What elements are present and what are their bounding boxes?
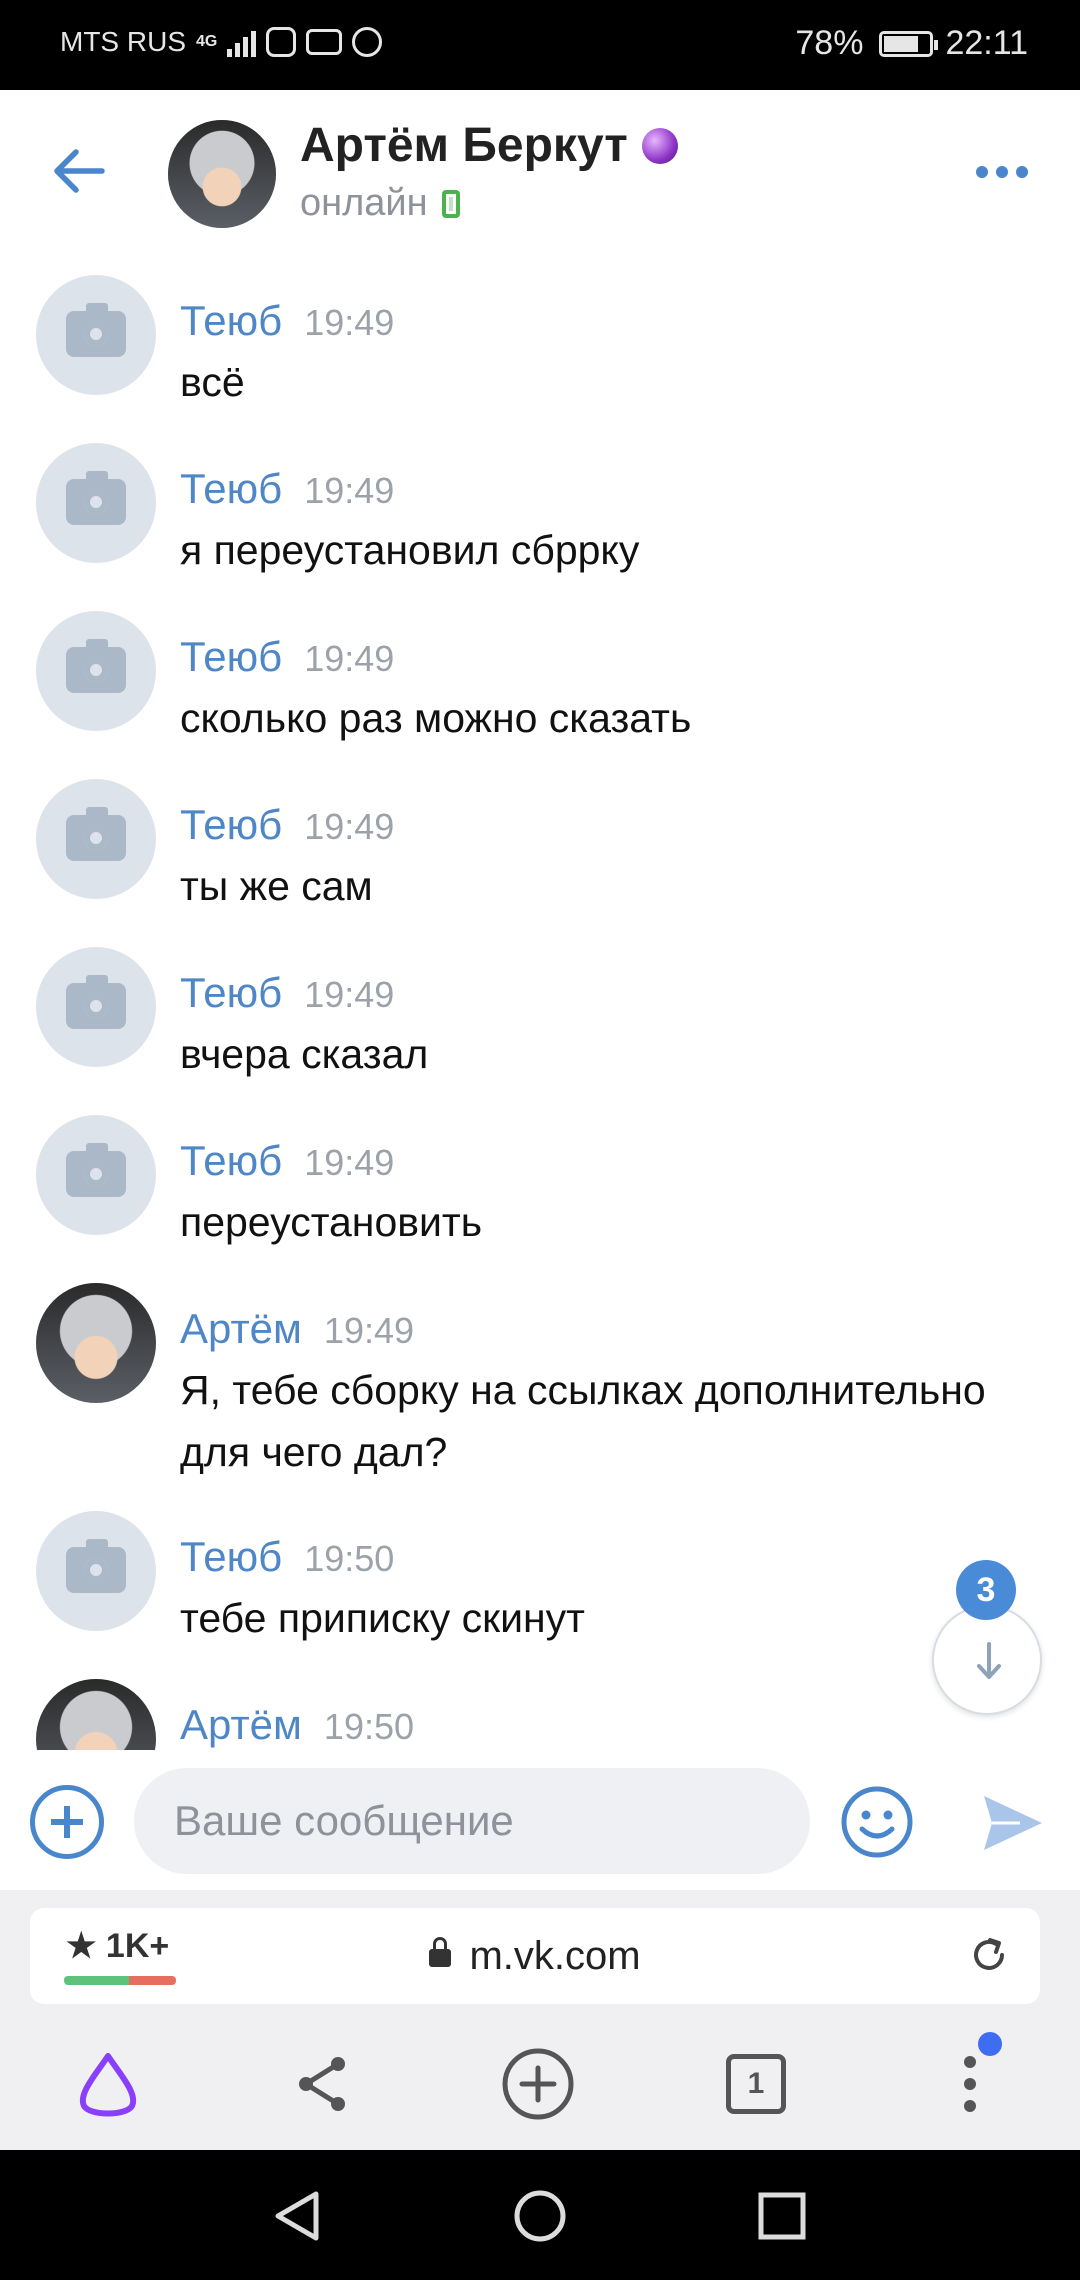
message-header: Теюб 19:49 [180,801,394,849]
message-header: Теюб 19:49 [180,465,394,513]
status-text: онлайн [300,182,428,224]
carrier-label: MTS RUS [60,26,186,57]
message-time: 19:49 [323,1310,415,1351]
system-navigation-bar [0,2150,1080,2280]
message-time: 19:49 [304,974,395,1015]
mobile-online-icon [441,189,460,218]
avatar[interactable] [36,1115,156,1235]
message-time: 19:49 [304,470,395,511]
chat-header: Артём Беркут онлайн [0,90,1080,250]
attach-plus-icon[interactable] [30,1785,104,1859]
message-author[interactable]: Артём [180,1701,302,1748]
back-arrow-icon[interactable] [46,138,112,204]
message-text: ты же сам [180,863,373,909]
message-text: всё [180,359,245,405]
arrow-down-icon [977,1642,1001,1679]
camera-icon [66,1143,126,1197]
message-author[interactable]: Теюб [180,969,282,1016]
address-bar[interactable]: ★ 1K+ m.vk.com [30,1908,1040,2004]
battery-icon [879,30,939,57]
message-header: Теюб 19:49 [180,1137,394,1185]
message-author[interactable]: Теюб [180,297,282,344]
camera-icon [66,471,126,525]
message-header: Теюб 19:50 [180,1533,394,1581]
alice-assistant-icon[interactable] [68,2044,148,2124]
message-author[interactable]: Теюб [180,1533,282,1580]
browser-toolbar: ★ 1K+ m.vk.com 1 [0,1890,1080,2150]
message-author[interactable]: Теюб [180,465,282,512]
send-icon[interactable] [980,1790,1046,1856]
message-list: Теюб 19:49 всё Теюб 19:49 я переустановил … [0,250,1080,1750]
whatsapp-icon [352,27,383,57]
message-text: я переустановил сбррку [180,527,640,573]
battery-percent: 78% [795,24,864,62]
avatar[interactable] [36,275,156,395]
network-label: 4G [196,33,218,50]
contact-status: онлайн [300,182,460,225]
avatar[interactable] [36,1679,156,1750]
message-author[interactable]: Теюб [180,801,282,848]
browser-bottom-nav: 1 [0,2020,1080,2150]
message-header: Теюб 19:49 [180,633,394,681]
message-time: 19:50 [304,1538,395,1579]
message-time: 19:49 [304,1142,395,1183]
scroll-to-bottom-button[interactable] [932,1605,1042,1715]
youtube-icon [306,29,343,55]
url-text: m.vk.com [469,1934,641,1978]
contact-name[interactable]: Артём Беркут [300,118,678,173]
message-composer [0,1750,1080,1890]
message-text: Я, тебе сборку на ссылках дополнительно … [180,1367,986,1475]
avatar[interactable] [36,611,156,731]
message-header: Артём 19:49 [180,1305,414,1353]
url-display[interactable]: m.vk.com [30,1934,1040,1979]
message-text: тебе приписку скинут [180,1595,585,1641]
message-header: Теюб 19:49 [180,969,394,1017]
message-text: сколько раз можно сказать [180,695,692,741]
browser-menu-icon[interactable] [930,2044,1010,2124]
clock: 22:11 [945,24,1028,62]
camera-icon [66,303,126,357]
message-author[interactable]: Теюб [180,633,282,680]
camera-icon [66,975,126,1029]
reload-icon[interactable] [968,1934,1010,1976]
nav-recents-icon[interactable] [754,2188,810,2244]
camera-icon [66,1539,126,1593]
message-header: Теюб 19:49 [180,297,394,345]
message-text: вчера сказал [180,1031,429,1077]
avatar[interactable] [36,1283,156,1403]
contact-name-text: Артём Беркут [300,119,628,172]
share-icon[interactable] [282,2044,362,2124]
crystal-ball-icon [641,127,678,164]
avatar[interactable] [36,443,156,563]
avatar[interactable] [36,1511,156,1631]
emoji-icon[interactable] [840,1785,914,1859]
new-tab-icon[interactable] [498,2044,578,2124]
contact-avatar[interactable] [168,120,276,228]
message-input[interactable] [134,1768,810,1874]
instagram-icon [266,27,297,57]
tabs-switcher-button[interactable]: 1 [716,2044,796,2124]
camera-icon [66,807,126,861]
message-time: 19:50 [323,1706,415,1747]
message-text: переустановить [180,1199,483,1245]
nav-home-icon[interactable] [512,2188,568,2244]
nav-back-icon[interactable] [270,2188,326,2244]
unread-count-badge: 3 [956,1560,1016,1620]
more-options-icon[interactable] [976,166,1028,178]
avatar[interactable] [36,947,156,1067]
message-time: 19:49 [304,638,395,679]
status-bar: MTS RUS 4G 78% 22:11 [0,0,1080,90]
tabs-count: 1 [726,2054,786,2114]
message-time: 19:49 [304,302,395,343]
message-author[interactable]: Артём [180,1305,302,1352]
lock-icon [429,1937,452,1968]
message-header: Артём 19:50 [180,1701,414,1749]
notification-dot [978,2032,1002,2056]
signal-icon [227,27,257,57]
camera-icon [66,639,126,693]
message-time: 19:49 [304,806,395,847]
avatar[interactable] [36,779,156,899]
message-author[interactable]: Теюб [180,1137,282,1184]
